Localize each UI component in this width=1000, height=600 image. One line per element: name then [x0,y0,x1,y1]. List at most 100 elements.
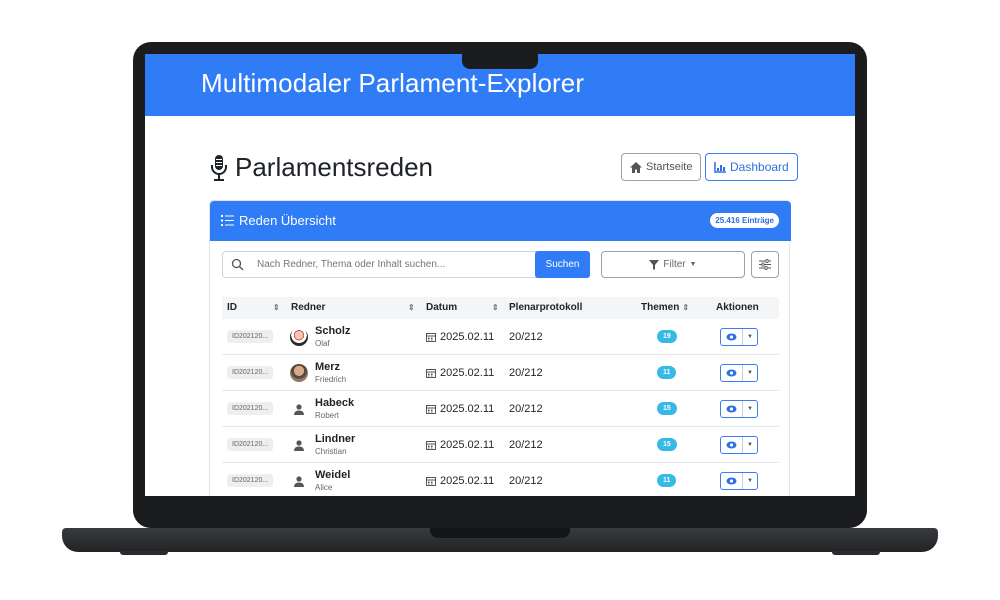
column-settings-button[interactable] [751,251,779,278]
date-value: 2025.02.11 [440,475,495,487]
action-button-group: ▼ [720,436,758,454]
actions-dropdown-toggle[interactable]: ▼ [743,473,757,489]
column-header-topics[interactable]: Themen ⇕ [641,302,689,313]
speaker-first-name: Friedrich [315,375,347,384]
table-row[interactable]: ID202120... Habeck Robert 2025.02.11 20/… [222,391,779,427]
column-header-actions-label: Aktionen [716,302,759,313]
topics-badge: 19 [657,330,677,343]
home-button[interactable]: Startseite [621,153,702,181]
date-cell: 2025.02.11 [426,367,494,379]
date-value: 2025.02.11 [440,367,495,379]
column-header-protocol[interactable]: Plenarprotokoll [509,302,582,313]
search-icon [231,258,244,271]
speech-id: ID202120... [227,474,274,487]
home-button-label: Startseite [646,161,693,173]
microphone-icon [211,154,227,181]
sort-icon[interactable]: ⇕ [273,303,280,312]
topics-badge: 15 [657,438,677,451]
action-button-group: ▼ [720,400,758,418]
speaker-last-name[interactable]: Lindner [315,433,355,445]
table-row[interactable]: ID202120... Lindner Christian 2025.02.11… [222,427,779,463]
filter-dropdown[interactable]: Filter ▼ [601,251,745,278]
speech-id: ID202120... [227,438,274,451]
action-button-group: ▼ [720,472,758,490]
laptop-foot [832,551,880,555]
avatar [290,328,308,346]
speaker-last-name[interactable]: Weidel [315,469,350,481]
avatar [290,364,308,382]
column-header-id[interactable]: ID [227,302,237,313]
calendar-icon [426,333,436,342]
chevron-down-icon: ▼ [689,261,697,268]
actions-dropdown-toggle[interactable]: ▼ [743,329,757,345]
sort-icon[interactable]: ⇕ [408,303,415,312]
date-cell: 2025.02.11 [426,439,494,451]
view-button[interactable] [721,365,743,381]
search-input[interactable] [257,252,527,277]
search-button[interactable]: Suchen [535,251,590,278]
protocol-value: 20/212 [509,475,543,487]
topics-badge: 11 [657,366,677,379]
page-title: Parlamentsreden [209,152,433,183]
view-button[interactable] [721,473,743,489]
speaker-last-name[interactable]: Scholz [315,325,350,337]
card-header: Reden Übersicht 25.416 Einträge [210,201,791,241]
chart-icon [714,161,726,173]
avatar [290,436,308,454]
action-button-group: ▼ [720,328,758,346]
column-header-speaker-label: Redner [291,302,326,313]
speech-id: ID202120... [227,366,274,379]
sort-icon[interactable]: ⇕ [492,303,499,312]
actions-dropdown-toggle[interactable]: ▼ [743,365,757,381]
person-icon [294,403,304,415]
actions-dropdown-toggle[interactable]: ▼ [743,401,757,417]
topics-badge: 11 [657,474,677,487]
dashboard-button[interactable]: Dashboard [705,153,798,181]
page-title-text: Parlamentsreden [235,152,433,182]
calendar-icon [426,441,436,450]
actions-dropdown-toggle[interactable]: ▼ [743,437,757,453]
speaker-first-name: Alice [315,483,333,492]
speeches-card: Reden Übersicht 25.416 Einträge Suchen F… [209,200,791,496]
filter-icon [649,259,660,270]
eye-icon [726,369,737,377]
table-row[interactable]: ID202120... Weidel Alice 2025.02.11 20/2… [222,463,779,496]
card-title-text: Reden Übersicht [239,213,336,228]
date-value: 2025.02.11 [440,331,495,343]
eye-icon [726,333,737,341]
speeches-table: ID ⇕ Redner ⇕ Datum ⇕ Plenarprotokoll Th… [222,297,779,496]
column-header-date-label: Datum [426,302,458,313]
speaker-first-name: Olaf [315,339,330,348]
column-header-speaker[interactable]: Redner [291,302,325,313]
speaker-first-name: Christian [315,447,347,456]
calendar-icon [426,405,436,414]
column-header-date[interactable]: Datum [426,302,457,313]
home-icon [630,161,642,173]
eye-icon [726,477,737,485]
date-cell: 2025.02.11 [426,403,494,415]
view-button[interactable] [721,437,743,453]
person-icon [294,475,304,487]
speaker-first-name: Robert [315,411,340,420]
date-cell: 2025.02.11 [426,331,494,343]
speech-id: ID202120... [227,402,274,415]
speaker-last-name[interactable]: Habeck [315,397,354,409]
table-row[interactable]: ID202120... Scholz Olaf 2025.02.11 20/21… [222,319,779,355]
table-header: ID ⇕ Redner ⇕ Datum ⇕ Plenarprotokoll Th… [222,297,779,319]
avatar [290,400,308,418]
camera-notch [462,52,538,69]
column-header-id-label: ID [227,302,237,313]
table-row[interactable]: ID202120... Merz Friedrich 2025.02.11 20… [222,355,779,391]
view-button[interactable] [721,401,743,417]
list-icon [221,215,234,226]
view-button[interactable] [721,329,743,345]
speaker-last-name[interactable]: Merz [315,361,340,373]
entry-count-badge: 25.416 Einträge [710,213,779,228]
protocol-value: 20/212 [509,403,543,415]
date-value: 2025.02.11 [440,403,495,415]
avatar [290,472,308,490]
protocol-value: 20/212 [509,439,543,451]
action-button-group: ▼ [720,364,758,382]
speech-id: ID202120... [227,330,274,343]
laptop-hinge-notch [430,528,570,538]
